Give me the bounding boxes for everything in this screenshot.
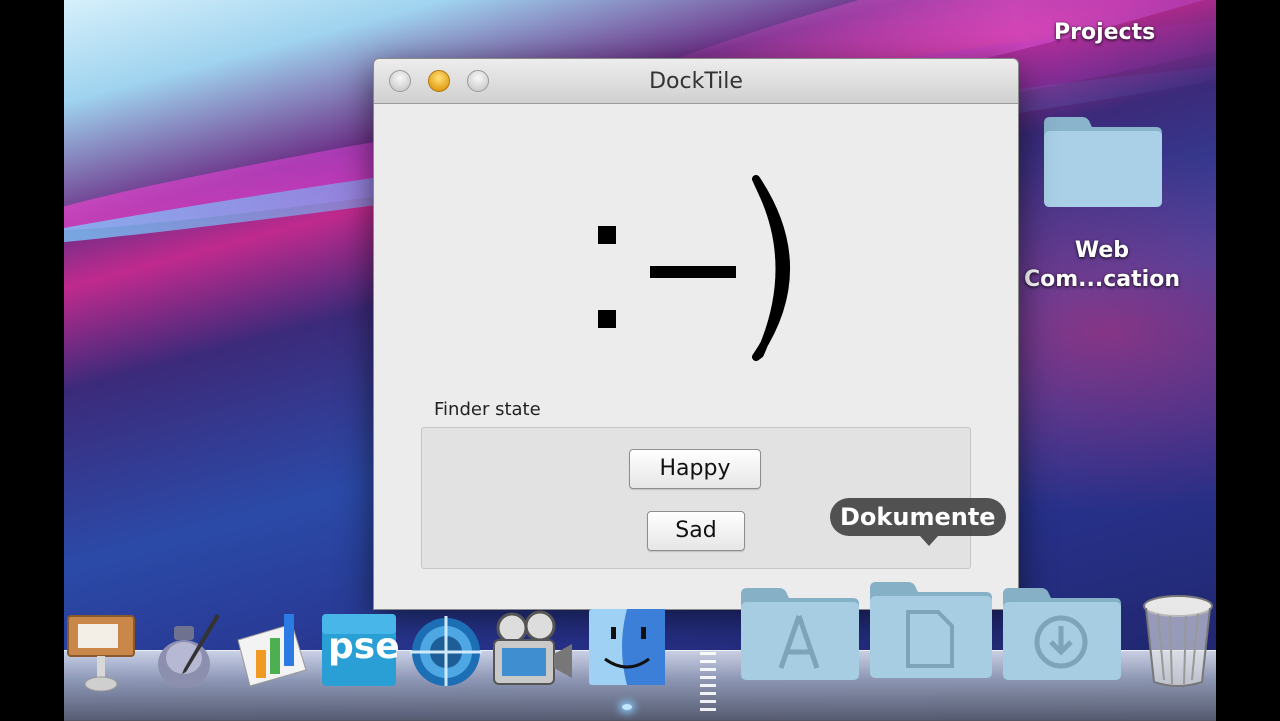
desktop-item-label: Com...cation bbox=[1024, 267, 1180, 292]
imovie-icon[interactable] bbox=[490, 610, 574, 694]
network-utility-icon[interactable] bbox=[410, 614, 482, 692]
sad-button[interactable]: Sad bbox=[647, 511, 745, 551]
desktop-item-web-communication[interactable]: Web Com...cation bbox=[1024, 236, 1180, 294]
desktop-item-label: Projects bbox=[1054, 20, 1156, 45]
title-bar[interactable]: DockTile bbox=[374, 59, 1018, 104]
applications-folder-icon[interactable] bbox=[739, 586, 861, 684]
desktop-item-label: Web bbox=[1074, 238, 1130, 263]
group-label: Finder state bbox=[434, 399, 541, 420]
finder-icon[interactable] bbox=[587, 607, 667, 710]
smiley-face-image bbox=[584, 174, 824, 364]
folder-icon[interactable] bbox=[1042, 115, 1164, 207]
happy-button[interactable]: Happy bbox=[629, 449, 761, 489]
pse-text: pse bbox=[328, 626, 400, 667]
dock-separator bbox=[700, 652, 716, 712]
downloads-folder-icon[interactable] bbox=[1001, 586, 1123, 684]
documents-folder-icon[interactable] bbox=[868, 580, 994, 682]
photoshop-elements-icon[interactable]: pse bbox=[320, 612, 400, 692]
desktop-item-projects[interactable]: Projects bbox=[1054, 20, 1155, 45]
dock-tooltip: Dokumente bbox=[830, 498, 1006, 536]
numbers-icon[interactable] bbox=[232, 610, 312, 694]
trash-icon[interactable] bbox=[1140, 594, 1216, 694]
tooltip-tail bbox=[920, 536, 938, 546]
script-editor-icon[interactable] bbox=[150, 612, 226, 696]
running-indicator bbox=[622, 704, 632, 710]
window-title: DockTile bbox=[649, 69, 743, 94]
keynote-icon[interactable] bbox=[64, 612, 138, 698]
